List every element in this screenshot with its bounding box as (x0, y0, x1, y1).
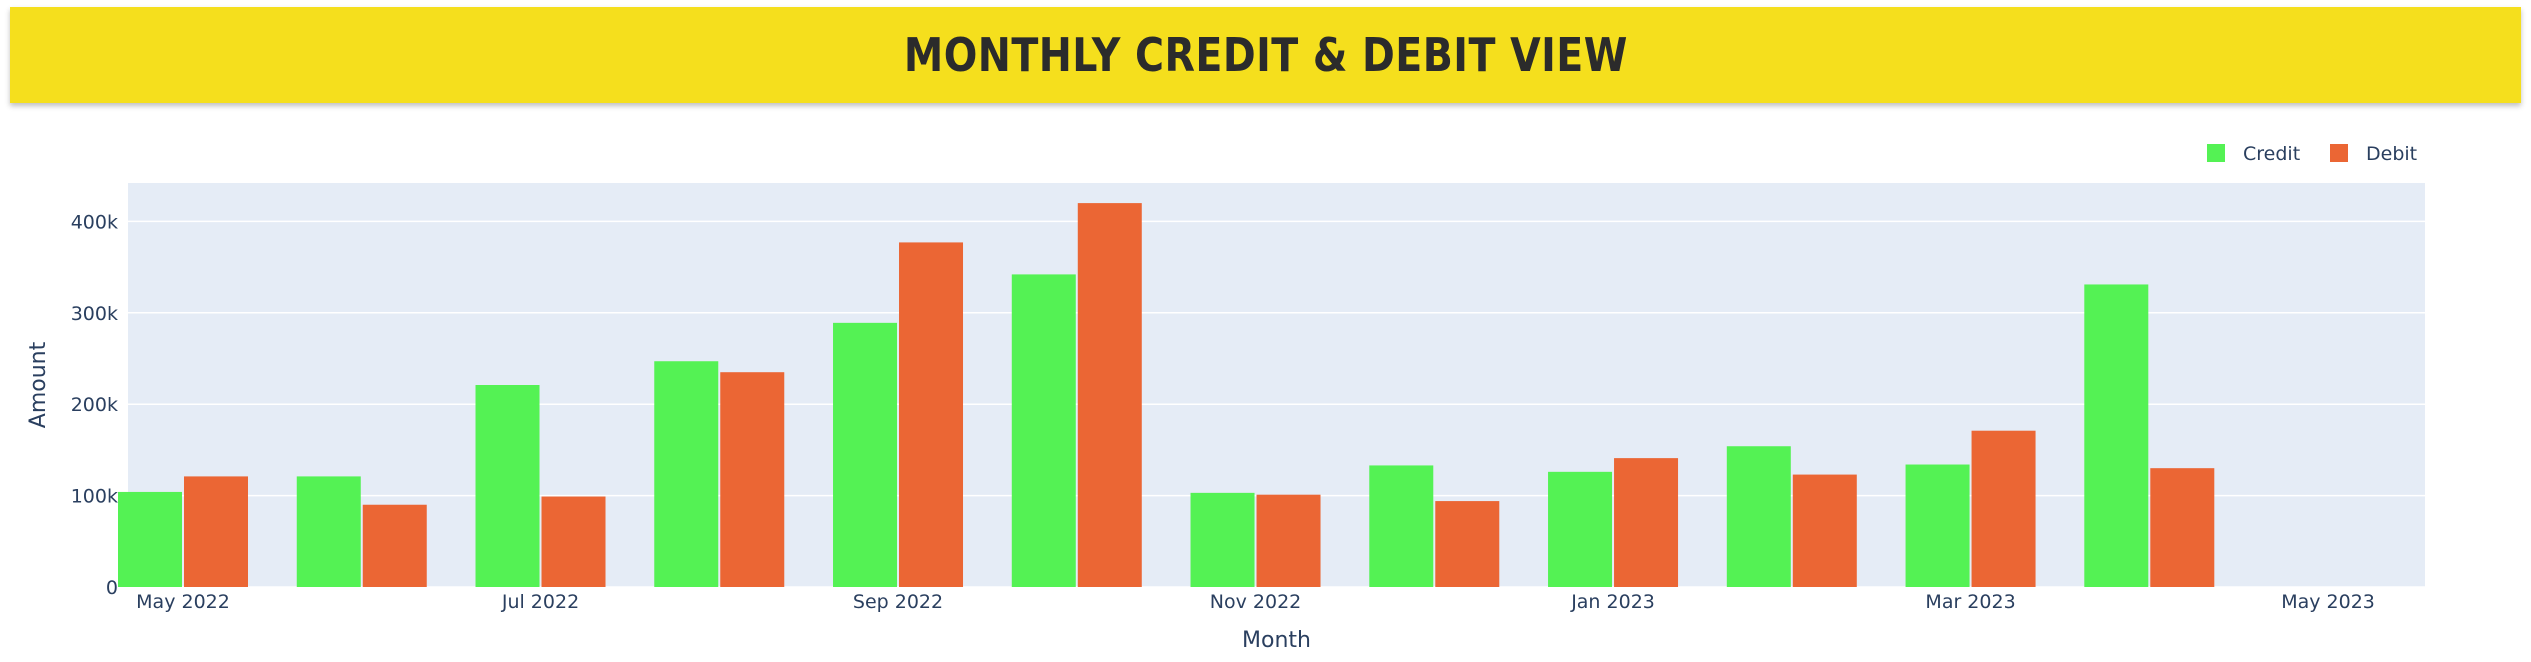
credit-bar-2022-05[interactable] (118, 491, 182, 587)
x-tick-label: May 2022 (136, 591, 230, 613)
bar-chart: 0 100k 200k 300k 400k May 2022 Jul 2022 Sep 20… (26, 143, 2425, 653)
credit-bar-2023-04[interactable] (2084, 284, 2149, 587)
x-axis-title: Month (1242, 628, 1311, 653)
credit-bar-2023-02[interactable] (1726, 446, 1791, 587)
legend-swatch (2207, 144, 2225, 162)
debit-bar-2022-10[interactable] (1077, 203, 1142, 588)
debit-bar-2022-11[interactable] (1256, 494, 1321, 587)
debit-bar-2022-07[interactable] (541, 496, 606, 587)
debit-bar-2022-12[interactable] (1435, 501, 1500, 587)
legend-swatch (2330, 144, 2348, 162)
y-tick-label: 100k (71, 486, 118, 508)
y-tick-label: 300k (71, 303, 118, 325)
credit-bar-2022-10[interactable] (1011, 274, 1076, 587)
credit-bar-2022-08[interactable] (654, 361, 719, 587)
debit-bar-2022-09[interactable] (899, 242, 964, 588)
credit-bar-2023-03[interactable] (1905, 464, 1970, 587)
credit-bar-2022-07[interactable] (475, 385, 540, 587)
y-tick-label: 0 (106, 577, 118, 599)
credit-bar-2022-12[interactable] (1369, 465, 1434, 587)
y-axis-title: Amount (26, 341, 51, 428)
legend-item-debit[interactable]: Debit (2330, 143, 2417, 165)
y-tick-label: 400k (71, 211, 118, 233)
credit-bar-2022-11[interactable] (1190, 492, 1255, 587)
debit-bar-2023-03[interactable] (1971, 430, 2036, 587)
credit-bar-2023-01[interactable] (1548, 471, 1613, 587)
legend-item-credit[interactable]: Credit (2207, 143, 2300, 165)
x-tick-label: Sep 2022 (853, 591, 943, 613)
debit-bar-2022-06[interactable] (362, 504, 427, 587)
x-tick-label: Nov 2022 (1210, 591, 1301, 613)
y-axis-ticks: 0 100k 200k 300k 400k (71, 211, 118, 599)
credit-bar-2022-09[interactable] (833, 322, 898, 587)
x-axis-ticks: May 2022 Jul 2022 Sep 2022 Nov 2022 Jan 2023… (136, 591, 2375, 613)
x-tick-label: Jan 2023 (1570, 591, 1655, 613)
debit-bar-2023-02[interactable] (1792, 474, 1857, 587)
legend-label: Debit (2366, 143, 2417, 165)
credit-bar-2022-06[interactable] (296, 476, 361, 587)
debit-bar-2022-05[interactable] (184, 476, 248, 587)
legend[interactable]: Credit Debit (2207, 143, 2417, 165)
legend-label: Credit (2243, 143, 2300, 165)
x-tick-label: Jul 2022 (501, 591, 579, 613)
x-tick-label: Mar 2023 (1925, 591, 2015, 613)
debit-bar-2023-01[interactable] (1614, 458, 1679, 587)
debit-bar-2023-04[interactable] (2150, 468, 2215, 587)
debit-bar-2022-08[interactable] (720, 372, 785, 587)
x-tick-label: May 2023 (2281, 591, 2375, 613)
y-tick-label: 200k (71, 394, 118, 416)
